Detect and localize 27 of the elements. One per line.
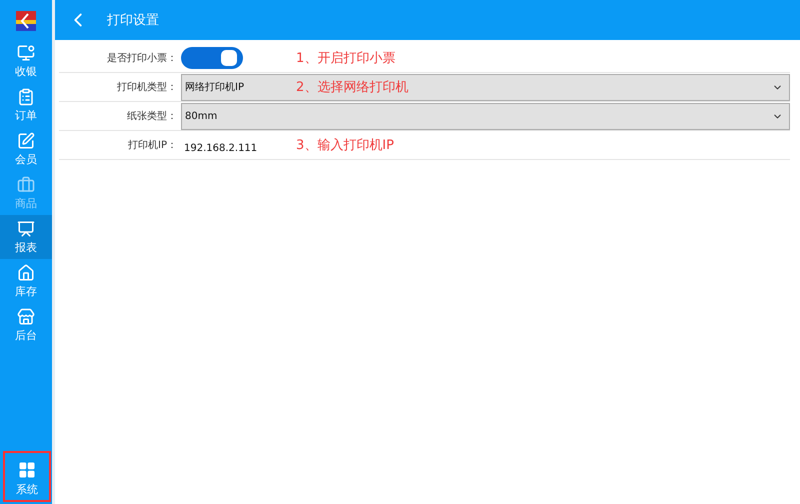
annotation: 2、选择网络打印机 <box>296 79 408 96</box>
page-title: 打印设置 <box>107 12 159 29</box>
sidebar-item[interactable]: 订单 <box>0 83 52 127</box>
sidebar-item[interactable]: 报表 <box>0 215 52 259</box>
nav-icon <box>17 176 35 194</box>
field-label: 打印机IP： <box>127 138 178 152</box>
annotation: 1、开启打印小票 <box>296 50 396 67</box>
nav-icon <box>17 308 35 326</box>
nav-icon <box>17 132 35 150</box>
nav-icon <box>17 44 35 62</box>
app-logo <box>16 11 36 31</box>
sidebar-item[interactable]: 收银 <box>0 39 52 83</box>
grid-icon <box>18 461 36 479</box>
dropdown[interactable]: 80mm <box>181 102 790 130</box>
nav-icon <box>17 88 35 106</box>
field-label: 纸张类型： <box>126 110 178 123</box>
sidebar-item[interactable]: 后台 <box>0 303 52 347</box>
nav-icon <box>17 220 35 238</box>
sidebar-item[interactable]: 系统 <box>3 451 51 502</box>
field-label: 是否打印小票： <box>106 52 178 65</box>
field-label: 打印机类型： <box>116 80 178 94</box>
toggle-switch[interactable] <box>181 47 243 69</box>
nav-icon <box>17 264 35 282</box>
sidebar-item[interactable]: 库存 <box>0 259 52 303</box>
annotation: 3、输入打印机IP <box>296 137 394 154</box>
sidebar-item[interactable]: 会员 <box>0 127 52 171</box>
ip-value: 192.168.2.111 <box>183 142 258 154</box>
